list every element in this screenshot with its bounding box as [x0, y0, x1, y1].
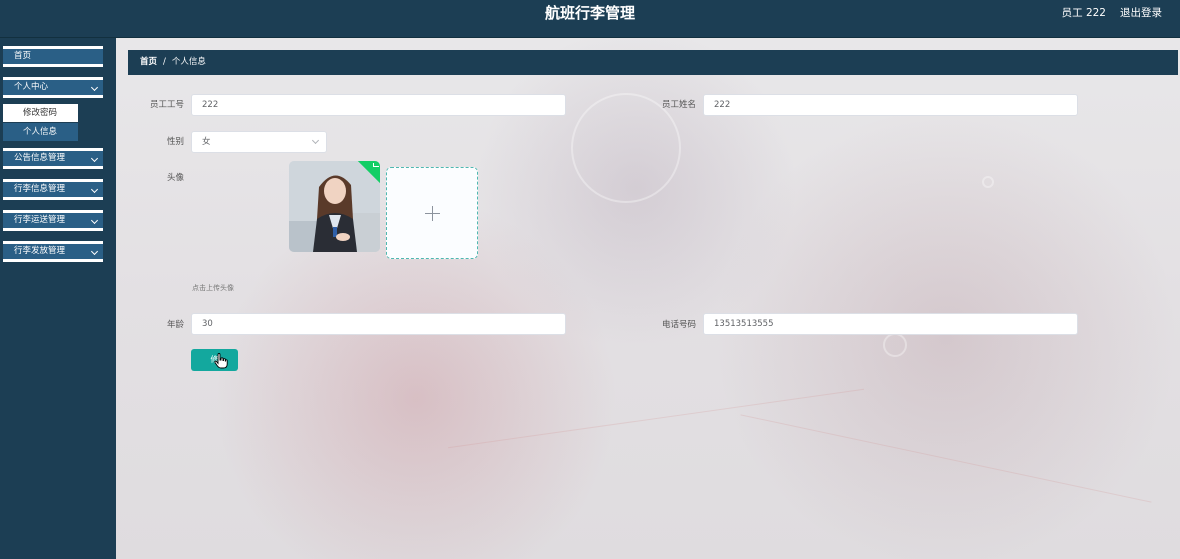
age-label: 年龄: [166, 320, 184, 330]
submenu-item-change-password[interactable]: 修改密码: [3, 104, 78, 122]
background-decoration: [740, 414, 1152, 503]
chevron-down-icon: [90, 154, 99, 163]
sidebar: 首页 个人中心 修改密码 个人信息 公告信息管理 行李信息管理 行李运送管理 行…: [0, 38, 116, 559]
sidebar-item-notice-management[interactable]: 公告信息管理: [3, 148, 103, 169]
breadcrumb-current: 个人信息: [171, 57, 206, 67]
age-input[interactable]: [191, 313, 566, 335]
employee-name-input[interactable]: [703, 94, 1078, 116]
logout-link[interactable]: 退出登录: [1120, 6, 1162, 20]
plus-icon: [432, 206, 433, 221]
avatar-label: 头像: [166, 173, 184, 183]
sidebar-item-luggage-delivery[interactable]: 行李运送管理: [3, 210, 103, 231]
chevron-down-icon: [311, 136, 320, 145]
sidebar-item-personal-center[interactable]: 个人中心: [3, 77, 103, 98]
chevron-down-icon: [90, 185, 99, 194]
sidebar-item-label: 行李发放管理: [14, 246, 66, 256]
sidebar-item-label: 行李运送管理: [14, 215, 66, 225]
sidebar-item-label: 首页: [14, 51, 32, 61]
app-title: 航班行李管理: [544, 4, 635, 22]
background-decoration: [883, 333, 907, 357]
main-content: 首页 / 个人信息 员工工号 员工姓名 性别 女 头像 点击上传头像 年龄 电话号码: [116, 38, 1180, 559]
chevron-down-icon: [90, 83, 99, 92]
sidebar-item-luggage-info[interactable]: 行李信息管理: [3, 179, 103, 200]
sidebar-item-home[interactable]: 首页: [3, 46, 103, 67]
sidebar-item-label: 行李信息管理: [14, 184, 66, 194]
current-user: 员工 222: [1061, 7, 1106, 19]
avatar-upload-button[interactable]: [386, 167, 478, 259]
sidebar-item-label: 公告信息管理: [14, 153, 66, 163]
top-header: 航班行李管理 员工 222 退出登录: [0, 0, 1180, 38]
avatar-image: [289, 161, 380, 252]
avatar-upload-hint: 点击上传头像: [192, 284, 234, 292]
background-decoration: [447, 388, 865, 449]
sidebar-item-label: 个人中心: [14, 82, 49, 92]
chevron-down-icon: [90, 247, 99, 256]
gender-label: 性别: [166, 137, 184, 147]
gender-selected-value: 女: [202, 137, 211, 147]
avatar-photo: [289, 161, 380, 252]
employee-id-label: 员工工号: [149, 100, 184, 110]
phone-input[interactable]: [703, 313, 1078, 335]
breadcrumb-home[interactable]: 首页: [140, 57, 157, 67]
chevron-down-icon: [90, 216, 99, 225]
submenu-item-personal-info[interactable]: 个人信息: [3, 123, 78, 141]
background-decoration: [982, 176, 994, 188]
breadcrumb-separator: /: [163, 57, 166, 67]
sidebar-item-luggage-release[interactable]: 行李发放管理: [3, 241, 103, 262]
phone-label: 电话号码: [661, 320, 696, 330]
gender-select[interactable]: 女: [191, 131, 327, 153]
employee-id-input[interactable]: [191, 94, 566, 116]
hand-cursor-icon: [214, 353, 228, 369]
breadcrumb: 首页 / 个人信息: [128, 50, 1178, 75]
employee-name-label: 员工姓名: [661, 100, 696, 110]
